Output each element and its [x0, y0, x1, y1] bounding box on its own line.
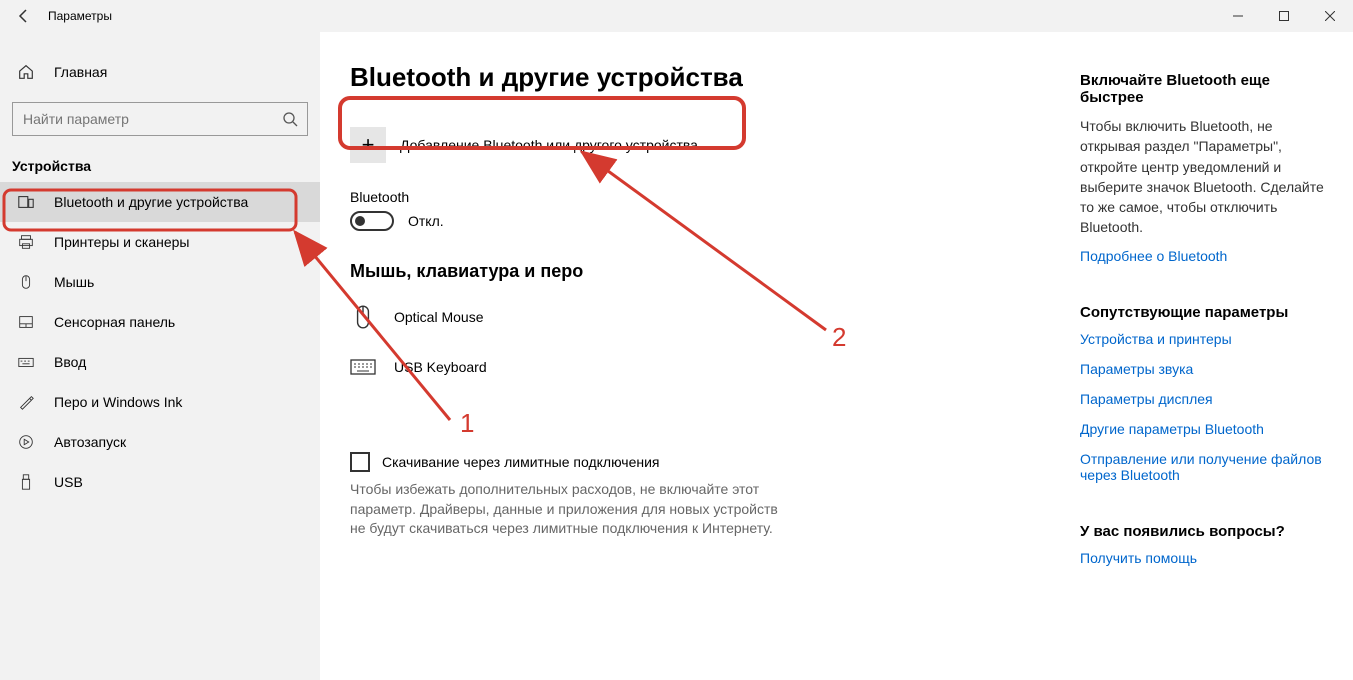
device-name: Optical Mouse	[394, 309, 483, 325]
sidebar-item-touchpad[interactable]: Сенсорная панель	[0, 302, 320, 342]
printer-icon	[16, 233, 36, 251]
sidebar-item-label: Перо и Windows Ink	[54, 394, 182, 410]
sidebar-item-usb[interactable]: USB	[0, 462, 320, 502]
right-heading-2: Сопутствующие параметры	[1080, 304, 1330, 321]
sidebar-item-pen[interactable]: Перо и Windows Ink	[0, 382, 320, 422]
main-content: Bluetooth и другие устройства + Добавлен…	[320, 32, 1080, 680]
devices-icon	[16, 193, 36, 211]
sidebar-item-mouse[interactable]: Мышь	[0, 262, 320, 302]
sidebar-item-label: USB	[54, 474, 83, 490]
sidebar-item-label: Сенсорная панель	[54, 314, 175, 330]
bluetooth-state: Откл.	[408, 213, 444, 229]
close-button[interactable]	[1307, 0, 1353, 32]
device-name: USB Keyboard	[394, 359, 487, 375]
sidebar-item-label: Bluetooth и другие устройства	[54, 194, 248, 210]
right-heading-1: Включайте Bluetooth еще быстрее	[1080, 72, 1330, 106]
page-title: Bluetooth и другие устройства	[350, 62, 1050, 93]
device-row[interactable]: Optical Mouse	[350, 292, 1050, 342]
sidebar-item-label: Мышь	[54, 274, 94, 290]
right-heading-3: У вас появились вопросы?	[1080, 523, 1330, 540]
maximize-button[interactable]	[1261, 0, 1307, 32]
plus-icon: +	[350, 127, 386, 163]
back-button[interactable]	[0, 8, 48, 24]
keyboard-icon	[16, 353, 36, 371]
search-input[interactable]	[13, 111, 273, 127]
sidebar-item-label: Ввод	[54, 354, 86, 370]
bluetooth-toggle[interactable]	[350, 211, 394, 231]
touchpad-icon	[16, 313, 36, 331]
devices-subheading: Мышь, клавиатура и перо	[350, 261, 1050, 282]
sidebar-item-printers[interactable]: Принтеры и сканеры	[0, 222, 320, 262]
sidebar-item-label: Автозапуск	[54, 434, 126, 450]
link-devices-printers[interactable]: Устройства и принтеры	[1080, 331, 1330, 347]
link-sound-settings[interactable]: Параметры звука	[1080, 361, 1330, 377]
keyboard-icon	[350, 358, 376, 376]
add-device-label: Добавление Bluetooth или другого устройс…	[400, 137, 698, 153]
sidebar: Главная Устройства Bluetooth и другие ус…	[0, 32, 320, 680]
nav-home[interactable]: Главная	[0, 52, 320, 92]
autoplay-icon	[16, 433, 36, 451]
nav-home-label: Главная	[54, 64, 107, 80]
mouse-icon	[350, 304, 376, 330]
search-icon	[273, 111, 307, 127]
link-display-settings[interactable]: Параметры дисплея	[1080, 391, 1330, 407]
link-more-bt-settings[interactable]: Другие параметры Bluetooth	[1080, 421, 1330, 437]
right-panel: Включайте Bluetooth еще быстрее Чтобы вк…	[1080, 32, 1350, 680]
sidebar-item-label: Принтеры и сканеры	[54, 234, 189, 250]
link-get-help[interactable]: Получить помощь	[1080, 550, 1330, 566]
titlebar: Параметры	[0, 0, 1353, 32]
link-more-bluetooth[interactable]: Подробнее о Bluetooth	[1080, 248, 1330, 264]
device-row[interactable]: USB Keyboard	[350, 342, 1050, 392]
home-icon	[16, 63, 36, 81]
metered-checkbox-label: Скачивание через лимитные подключения	[382, 454, 659, 470]
link-send-receive-bt[interactable]: Отправление или получение файлов через B…	[1080, 451, 1330, 483]
pen-icon	[16, 393, 36, 411]
usb-icon	[16, 473, 36, 491]
search-box[interactable]	[12, 102, 308, 136]
bluetooth-label: Bluetooth	[350, 189, 1050, 205]
right-paragraph-1: Чтобы включить Bluetooth, не открывая ра…	[1080, 116, 1330, 238]
add-device-button[interactable]: + Добавление Bluetooth или другого устро…	[350, 123, 754, 167]
sidebar-section-label: Устройства	[0, 136, 320, 182]
sidebar-item-typing[interactable]: Ввод	[0, 342, 320, 382]
window-title: Параметры	[48, 9, 112, 23]
back-arrow-icon	[16, 8, 32, 24]
minimize-button[interactable]	[1215, 0, 1261, 32]
mouse-icon	[16, 273, 36, 291]
sidebar-item-bluetooth[interactable]: Bluetooth и другие устройства	[0, 182, 320, 222]
sidebar-item-autoplay[interactable]: Автозапуск	[0, 422, 320, 462]
metered-description: Чтобы избежать дополнительных расходов, …	[350, 480, 780, 539]
metered-checkbox[interactable]	[350, 452, 370, 472]
